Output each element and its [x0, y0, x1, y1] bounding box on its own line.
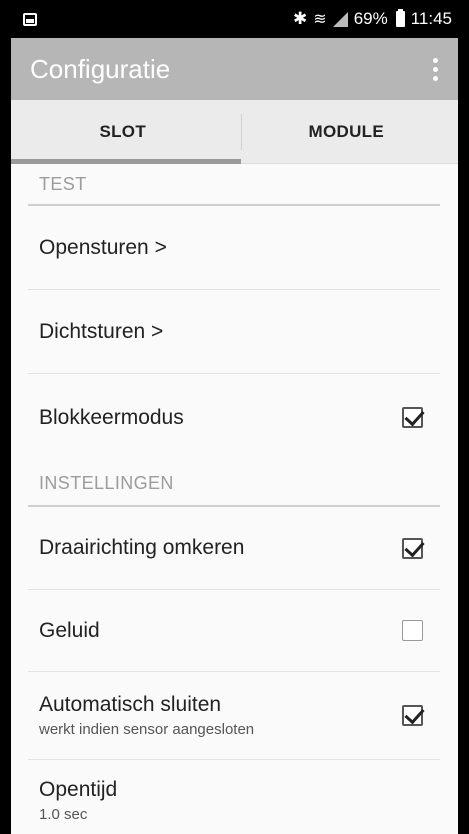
status-bar: ✱ ≋ 69% 11:45 [11, 0, 458, 38]
page-title: Configuratie [30, 53, 171, 84]
tab-selected-indicator [11, 159, 241, 164]
section-header-test: TEST [28, 164, 440, 206]
item-label: Opensturen > [39, 235, 167, 259]
item-label: Automatisch sluiten [39, 693, 222, 716]
list-item-dichtsturen[interactable]: Dichtsturen > [28, 290, 440, 374]
item-label: Draairichting omkeren [39, 536, 245, 559]
section-header-instellingen: INSTELLINGEN [28, 461, 440, 507]
item-summary: werkt indien sensor aangesloten [39, 721, 255, 738]
item-summary: 1.0 sec [39, 805, 88, 823]
automatisch-sluiten-checkbox[interactable] [402, 705, 423, 726]
item-label: Dichtsturen > [39, 319, 164, 343]
list-item-blokkeermodus[interactable]: Blokkeermodus [28, 374, 440, 461]
phone-screen: ✱ ≋ 69% 11:45 Configuratie SLOT MODULE T… [11, 0, 458, 834]
battery-percent: 69% [353, 9, 388, 28]
battery-icon [395, 9, 405, 27]
gallery-icon [23, 12, 37, 26]
geluid-checkbox[interactable] [402, 620, 423, 641]
tab-bar: SLOT MODULE [11, 100, 458, 164]
item-label: Geluid [39, 618, 100, 642]
tab-divider [241, 114, 242, 150]
item-text: Opentijd 1.0 sec [39, 778, 117, 823]
overflow-menu-icon[interactable] [427, 54, 444, 85]
item-text: Automatisch sluiten werkt indien sensor … [39, 693, 254, 738]
signal-icon [332, 11, 348, 27]
clock: 11:45 [410, 9, 452, 28]
item-label: Opentijd [39, 777, 118, 801]
list-item-opensturen[interactable]: Opensturen > [28, 206, 440, 290]
item-label: Blokkeermodus [39, 405, 184, 429]
bluetooth-icon: ✱ [293, 9, 308, 28]
list-item-automatisch-sluiten[interactable]: Automatisch sluiten werkt indien sensor … [28, 672, 440, 760]
settings-list: TEST Opensturen > Dichtsturen > Blokkeer… [11, 164, 458, 834]
draairichting-checkbox[interactable] [402, 537, 423, 559]
tab-module[interactable]: MODULE [235, 100, 459, 163]
wifi-icon: ≋ [313, 11, 327, 28]
app-bar: Configuratie [11, 38, 458, 100]
tab-slot[interactable]: SLOT [11, 100, 235, 163]
list-item-opentijd[interactable]: Opentijd 1.0 sec [28, 760, 440, 834]
list-item-geluid[interactable]: Geluid [28, 590, 440, 672]
blokkeermodus-checkbox[interactable] [402, 407, 423, 428]
list-item-draairichting[interactable]: Draairichting omkeren [28, 507, 440, 590]
